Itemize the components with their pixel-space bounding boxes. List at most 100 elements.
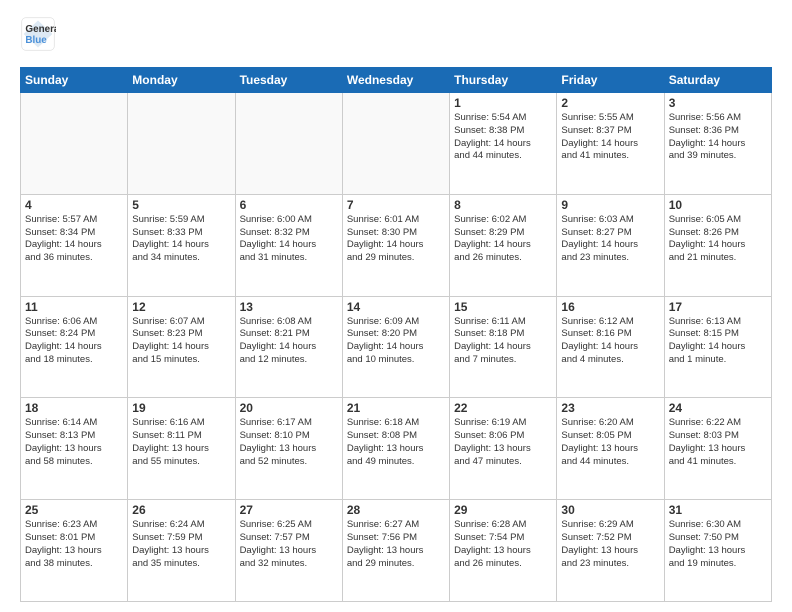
day-info: Sunrise: 6:30 AMSunset: 7:50 PMDaylight:…	[669, 519, 767, 570]
day-info: Sunrise: 6:29 AMSunset: 7:52 PMDaylight:…	[561, 519, 659, 570]
calendar-day-cell: 8 Sunrise: 6:02 AMSunset: 8:29 PMDaylight…	[450, 194, 557, 296]
day-info: Sunrise: 6:11 AMSunset: 8:18 PMDaylight:…	[454, 316, 552, 367]
calendar-day-cell	[342, 93, 449, 195]
day-number: 11	[25, 300, 123, 314]
calendar-day-cell: 25 Sunrise: 6:23 AMSunset: 8:01 PMDayligh…	[21, 500, 128, 602]
day-info: Sunrise: 6:13 AMSunset: 8:15 PMDaylight:…	[669, 316, 767, 367]
day-number: 10	[669, 198, 767, 212]
day-number: 25	[25, 503, 123, 517]
day-info: Sunrise: 5:54 AMSunset: 8:38 PMDaylight:…	[454, 112, 552, 163]
day-info: Sunrise: 5:56 AMSunset: 8:36 PMDaylight:…	[669, 112, 767, 163]
day-info: Sunrise: 6:07 AMSunset: 8:23 PMDaylight:…	[132, 316, 230, 367]
calendar-day-cell: 10 Sunrise: 6:05 AMSunset: 8:26 PMDayligh…	[664, 194, 771, 296]
calendar-day-cell: 5 Sunrise: 5:59 AMSunset: 8:33 PMDaylight…	[128, 194, 235, 296]
calendar-day-cell: 20 Sunrise: 6:17 AMSunset: 8:10 PMDayligh…	[235, 398, 342, 500]
day-info: Sunrise: 5:59 AMSunset: 8:33 PMDaylight:…	[132, 214, 230, 265]
day-of-week-header: Monday	[128, 68, 235, 93]
day-number: 28	[347, 503, 445, 517]
day-number: 24	[669, 401, 767, 415]
calendar-day-cell: 1Sunrise: 5:54 AMSunset: 8:38 PMDaylight…	[450, 93, 557, 195]
day-number: 3	[669, 96, 767, 110]
day-info: Sunrise: 6:14 AMSunset: 8:13 PMDaylight:…	[25, 417, 123, 468]
day-number: 18	[25, 401, 123, 415]
day-number: 6	[240, 198, 338, 212]
day-number: 4	[25, 198, 123, 212]
calendar-day-cell: 23 Sunrise: 6:20 AMSunset: 8:05 PMDayligh…	[557, 398, 664, 500]
calendar-day-cell: 28 Sunrise: 6:27 AMSunset: 7:56 PMDayligh…	[342, 500, 449, 602]
calendar-day-cell: 14Sunrise: 6:09 AMSunset: 8:20 PMDayligh…	[342, 296, 449, 398]
day-info: Sunrise: 6:27 AMSunset: 7:56 PMDaylight:…	[347, 519, 445, 570]
day-info: Sunrise: 6:01 AMSunset: 8:30 PMDaylight:…	[347, 214, 445, 265]
day-number: 14	[347, 300, 445, 314]
day-info: Sunrise: 6:23 AMSunset: 8:01 PMDaylight:…	[25, 519, 123, 570]
calendar-day-cell: 29Sunrise: 6:28 AMSunset: 7:54 PMDayligh…	[450, 500, 557, 602]
calendar-day-cell: 7 Sunrise: 6:01 AMSunset: 8:30 PMDaylight…	[342, 194, 449, 296]
calendar-day-cell	[235, 93, 342, 195]
day-number: 27	[240, 503, 338, 517]
calendar-week-row: 11 Sunrise: 6:06 AMSunset: 8:24 PMDayligh…	[21, 296, 772, 398]
day-info: Sunrise: 6:25 AMSunset: 7:57 PMDaylight:…	[240, 519, 338, 570]
calendar-day-cell: 22 Sunrise: 6:19 AMSunset: 8:06 PMDayligh…	[450, 398, 557, 500]
day-number: 13	[240, 300, 338, 314]
day-info: Sunrise: 5:57 AMSunset: 8:34 PMDaylight:…	[25, 214, 123, 265]
day-number: 16	[561, 300, 659, 314]
day-of-week-header: Friday	[557, 68, 664, 93]
logo-icon: General Blue	[20, 16, 56, 57]
calendar-day-cell: 13 Sunrise: 6:08 AMSunset: 8:21 PMDayligh…	[235, 296, 342, 398]
svg-text:Blue: Blue	[25, 35, 47, 46]
calendar-day-cell: 3 Sunrise: 5:56 AMSunset: 8:36 PMDaylight…	[664, 93, 771, 195]
day-of-week-header: Tuesday	[235, 68, 342, 93]
day-of-week-header: Saturday	[664, 68, 771, 93]
calendar-day-cell: 30 Sunrise: 6:29 AMSunset: 7:52 PMDayligh…	[557, 500, 664, 602]
day-number: 31	[669, 503, 767, 517]
calendar-day-cell: 27 Sunrise: 6:25 AMSunset: 7:57 PMDayligh…	[235, 500, 342, 602]
day-number: 22	[454, 401, 552, 415]
day-info: Sunrise: 6:05 AMSunset: 8:26 PMDaylight:…	[669, 214, 767, 265]
calendar-day-cell	[21, 93, 128, 195]
calendar-day-cell: 26Sunrise: 6:24 AMSunset: 7:59 PMDayligh…	[128, 500, 235, 602]
day-info: Sunrise: 6:02 AMSunset: 8:29 PMDaylight:…	[454, 214, 552, 265]
day-number: 30	[561, 503, 659, 517]
calendar-day-cell: 19Sunrise: 6:16 AMSunset: 8:11 PMDayligh…	[128, 398, 235, 500]
day-number: 8	[454, 198, 552, 212]
calendar-week-row: 1Sunrise: 5:54 AMSunset: 8:38 PMDaylight…	[21, 93, 772, 195]
day-number: 7	[347, 198, 445, 212]
day-number: 9	[561, 198, 659, 212]
day-info: Sunrise: 6:19 AMSunset: 8:06 PMDaylight:…	[454, 417, 552, 468]
calendar-week-row: 18 Sunrise: 6:14 AMSunset: 8:13 PMDayligh…	[21, 398, 772, 500]
day-of-week-header: Thursday	[450, 68, 557, 93]
day-number: 5	[132, 198, 230, 212]
calendar-day-cell: 31 Sunrise: 6:30 AMSunset: 7:50 PMDayligh…	[664, 500, 771, 602]
calendar-week-row: 25 Sunrise: 6:23 AMSunset: 8:01 PMDayligh…	[21, 500, 772, 602]
calendar-day-cell: 24 Sunrise: 6:22 AMSunset: 8:03 PMDayligh…	[664, 398, 771, 500]
calendar-header-row: SundayMondayTuesdayWednesdayThursdayFrid…	[21, 68, 772, 93]
day-info: Sunrise: 6:18 AMSunset: 8:08 PMDaylight:…	[347, 417, 445, 468]
day-number: 17	[669, 300, 767, 314]
day-info: Sunrise: 6:03 AMSunset: 8:27 PMDaylight:…	[561, 214, 659, 265]
day-info: Sunrise: 6:20 AMSunset: 8:05 PMDaylight:…	[561, 417, 659, 468]
day-number: 2	[561, 96, 659, 110]
calendar-week-row: 4 Sunrise: 5:57 AMSunset: 8:34 PMDaylight…	[21, 194, 772, 296]
calendar-day-cell: 12 Sunrise: 6:07 AMSunset: 8:23 PMDayligh…	[128, 296, 235, 398]
day-number: 20	[240, 401, 338, 415]
day-number: 21	[347, 401, 445, 415]
calendar-day-cell: 16Sunrise: 6:12 AMSunset: 8:16 PMDayligh…	[557, 296, 664, 398]
logo: General Blue	[20, 16, 60, 57]
calendar-day-cell	[128, 93, 235, 195]
calendar-day-cell: 15 Sunrise: 6:11 AMSunset: 8:18 PMDayligh…	[450, 296, 557, 398]
day-number: 15	[454, 300, 552, 314]
day-info: Sunrise: 6:06 AMSunset: 8:24 PMDaylight:…	[25, 316, 123, 367]
calendar-day-cell: 6Sunrise: 6:00 AMSunset: 8:32 PMDaylight…	[235, 194, 342, 296]
day-of-week-header: Sunday	[21, 68, 128, 93]
day-number: 29	[454, 503, 552, 517]
day-number: 12	[132, 300, 230, 314]
day-info: Sunrise: 6:17 AMSunset: 8:10 PMDaylight:…	[240, 417, 338, 468]
day-info: Sunrise: 6:22 AMSunset: 8:03 PMDaylight:…	[669, 417, 767, 468]
calendar-day-cell: 21 Sunrise: 6:18 AMSunset: 8:08 PMDayligh…	[342, 398, 449, 500]
calendar-day-cell: 18 Sunrise: 6:14 AMSunset: 8:13 PMDayligh…	[21, 398, 128, 500]
day-info: Sunrise: 6:08 AMSunset: 8:21 PMDaylight:…	[240, 316, 338, 367]
calendar-table: SundayMondayTuesdayWednesdayThursdayFrid…	[20, 67, 772, 602]
day-number: 19	[132, 401, 230, 415]
day-number: 23	[561, 401, 659, 415]
calendar-day-cell: 9 Sunrise: 6:03 AMSunset: 8:27 PMDaylight…	[557, 194, 664, 296]
